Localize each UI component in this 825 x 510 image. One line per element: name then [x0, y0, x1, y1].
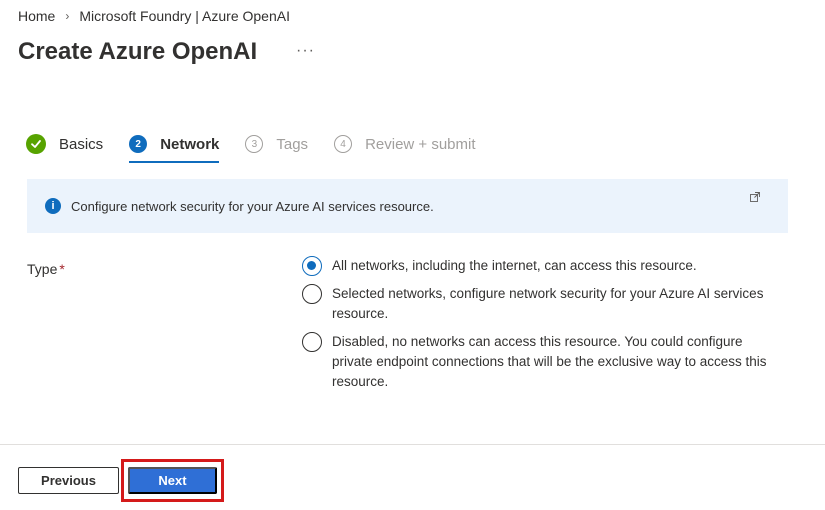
info-banner-text: Configure network security for your Azur… [71, 198, 434, 214]
footer-divider [0, 444, 825, 445]
next-button[interactable]: Next [128, 467, 217, 494]
radio-option-label: Selected networks, configure network sec… [332, 286, 764, 321]
radio-option-disabled[interactable]: Disabled, no networks can access this re… [302, 332, 772, 392]
external-link-icon[interactable] [750, 189, 760, 207]
type-field-label: Type * [27, 261, 65, 277]
tab-basics[interactable]: Basics [26, 130, 103, 158]
breadcrumb-home-link[interactable]: Home [18, 8, 55, 24]
type-label-text: Type [27, 261, 58, 277]
radio-button[interactable] [302, 284, 322, 304]
step-number-icon: 2 [129, 135, 148, 153]
required-indicator: * [59, 261, 65, 277]
radio-button-checked[interactable] [302, 256, 322, 276]
step-number-icon: 3 [245, 135, 264, 153]
info-banner: i Configure network security for your Az… [27, 179, 788, 233]
breadcrumb-foundry-link[interactable]: Microsoft Foundry | Azure OpenAI [79, 8, 290, 24]
page-title: Create Azure OpenAI [18, 38, 258, 65]
info-icon: i [45, 198, 61, 214]
tab-review-submit-label: Review + submit [365, 135, 476, 153]
radio-option-label: All networks, including the internet, ca… [332, 258, 697, 273]
breadcrumb: Home › Microsoft Foundry | Azure OpenAI [18, 8, 290, 24]
step-number-icon: 4 [334, 135, 353, 153]
more-options-button[interactable]: ··· [296, 42, 315, 60]
radio-option-all-networks[interactable]: All networks, including the internet, ca… [302, 256, 772, 276]
tab-review-submit[interactable]: 4 Review + submit [334, 130, 476, 158]
network-type-radio-group: All networks, including the internet, ca… [302, 256, 772, 400]
tab-tags[interactable]: 3 Tags [245, 130, 308, 158]
tab-basics-label: Basics [59, 135, 104, 153]
checkmark-icon [26, 134, 46, 154]
chevron-right-icon: › [65, 9, 70, 23]
radio-button[interactable] [302, 332, 322, 352]
tab-tags-label: Tags [276, 135, 309, 153]
tab-network[interactable]: 2 Network [129, 130, 220, 163]
wizard-steps: Basics 2 Network 3 Tags 4 Review + submi… [26, 130, 502, 163]
radio-option-selected-networks[interactable]: Selected networks, configure network sec… [302, 284, 772, 324]
previous-button[interactable]: Previous [18, 467, 119, 494]
radio-option-label: Disabled, no networks can access this re… [332, 334, 767, 389]
tab-network-label: Network [160, 135, 220, 153]
